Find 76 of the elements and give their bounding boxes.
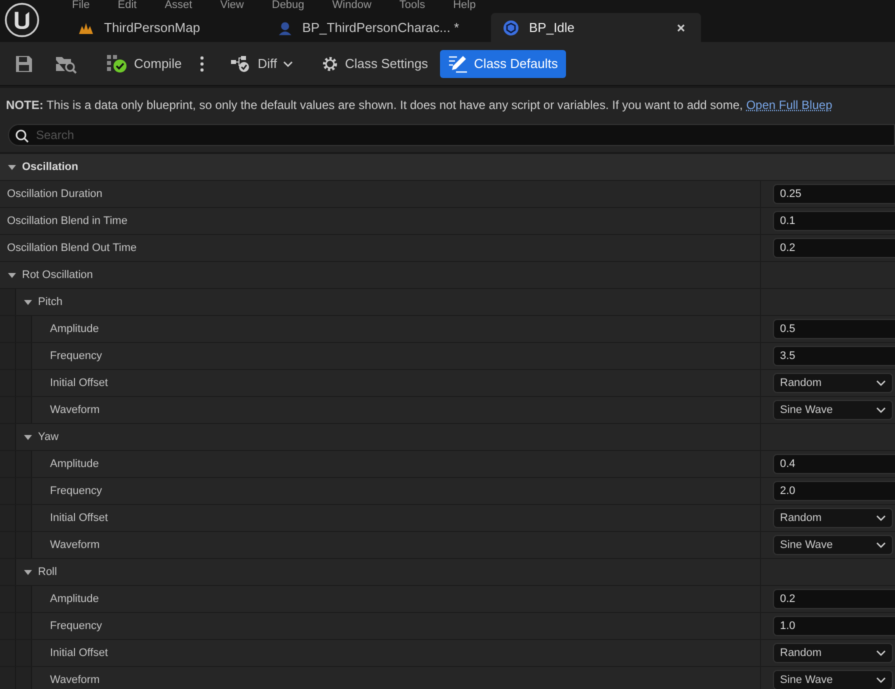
caret-icon bbox=[876, 542, 886, 548]
property-label: Initial Offset bbox=[49, 647, 108, 659]
person-icon bbox=[278, 20, 292, 36]
caret-icon bbox=[876, 407, 886, 413]
dropdown[interactable]: Random bbox=[773, 643, 893, 663]
close-icon[interactable] bbox=[677, 24, 685, 32]
property-label: Amplitude bbox=[49, 593, 99, 605]
caret-icon bbox=[876, 650, 886, 656]
expand-arrow-icon[interactable] bbox=[23, 297, 33, 307]
caret-icon bbox=[876, 380, 886, 386]
diff-icon bbox=[230, 54, 252, 72]
property-label: Oscillation Blend in Time bbox=[6, 215, 128, 227]
number-field[interactable]: 0.2 bbox=[773, 238, 895, 258]
number-field[interactable]: 0.25 bbox=[773, 184, 895, 204]
category-label: Oscillation bbox=[22, 161, 78, 173]
property-label: Frequency bbox=[49, 620, 102, 632]
caret-icon bbox=[876, 515, 886, 521]
menu-item[interactable]: Asset bbox=[164, 0, 192, 13]
group-label: Yaw bbox=[38, 431, 59, 443]
menu-item[interactable]: View bbox=[220, 0, 244, 13]
number-field[interactable]: 0.2 bbox=[773, 589, 895, 609]
number-field[interactable]: 0.4 bbox=[773, 454, 895, 474]
number-field[interactable]: 0.1 bbox=[773, 211, 895, 231]
property-label: Oscillation Duration bbox=[6, 188, 102, 200]
blueprint-icon bbox=[503, 20, 519, 36]
class-settings-button[interactable]: Class Settings bbox=[312, 50, 436, 78]
more-icon bbox=[200, 56, 204, 72]
property-label: Initial Offset bbox=[49, 512, 108, 524]
menu-item[interactable]: Tools bbox=[399, 0, 426, 13]
property-label: Waveform bbox=[49, 539, 100, 551]
gear-icon bbox=[320, 54, 339, 72]
group-label: Rot Oscillation bbox=[22, 269, 93, 281]
compile-check-icon bbox=[106, 54, 128, 74]
property-label: Amplitude bbox=[49, 323, 99, 335]
menu-item[interactable]: Debug bbox=[272, 0, 304, 13]
pencil-icon bbox=[448, 54, 468, 72]
compile-button[interactable]: Compile bbox=[98, 50, 190, 78]
expand-arrow-icon[interactable] bbox=[23, 567, 33, 577]
dropdown[interactable]: Random bbox=[773, 373, 893, 393]
expand-arrow-icon[interactable] bbox=[23, 432, 33, 442]
group-label: Roll bbox=[38, 566, 57, 578]
number-field[interactable]: 1.0 bbox=[773, 616, 895, 636]
search-field[interactable]: Search bbox=[8, 124, 895, 146]
number-field[interactable]: 3.5 bbox=[773, 346, 895, 366]
caret-icon bbox=[876, 677, 886, 683]
property-label: Frequency bbox=[49, 350, 102, 362]
menu-item[interactable]: Help bbox=[453, 0, 476, 13]
open-blueprint-link[interactable]: Open Full Bluep bbox=[746, 98, 832, 112]
property-label: Amplitude bbox=[49, 458, 99, 470]
menu-item[interactable]: Edit bbox=[118, 0, 137, 13]
logo-icon[interactable] bbox=[4, 2, 40, 38]
document-tab[interactable]: ThirdPersonMap bbox=[66, 13, 246, 42]
note-text: NOTE: This is a data only blueprint, so only the default values are shown. It does not have any script or variables. If you want to add some, Open Full Bluep bbox=[6, 98, 832, 112]
dropdown[interactable]: Sine Wave bbox=[773, 400, 893, 420]
document-tab[interactable]: BP_Idle bbox=[491, 13, 701, 42]
caret-icon bbox=[282, 60, 293, 66]
number-field[interactable]: 0.5 bbox=[773, 319, 895, 339]
menu-item[interactable]: File bbox=[72, 0, 90, 13]
menu-item[interactable]: Window bbox=[332, 0, 372, 13]
search-icon bbox=[15, 129, 29, 143]
dropdown[interactable]: Sine Wave bbox=[773, 535, 893, 555]
expand-arrow-icon[interactable] bbox=[7, 162, 17, 172]
class-defaults-button[interactable]: Class Defaults bbox=[440, 50, 566, 78]
property-label: Initial Offset bbox=[49, 377, 108, 389]
group-label: Pitch bbox=[38, 296, 62, 308]
property-label: Waveform bbox=[49, 404, 100, 416]
save-icon bbox=[15, 54, 33, 72]
property-label: Waveform bbox=[49, 674, 100, 686]
dropdown[interactable]: Sine Wave bbox=[773, 670, 893, 689]
diff-button[interactable]: Diff bbox=[222, 50, 301, 78]
property-label: Oscillation Blend Out Time bbox=[6, 242, 137, 254]
number-field[interactable]: 2.0 bbox=[773, 481, 895, 501]
property-label: Frequency bbox=[49, 485, 102, 497]
dropdown[interactable]: Random bbox=[773, 508, 893, 528]
document-tab[interactable]: BP_ThirdPersonCharac... * bbox=[266, 13, 471, 42]
expand-arrow-icon[interactable] bbox=[7, 270, 17, 280]
